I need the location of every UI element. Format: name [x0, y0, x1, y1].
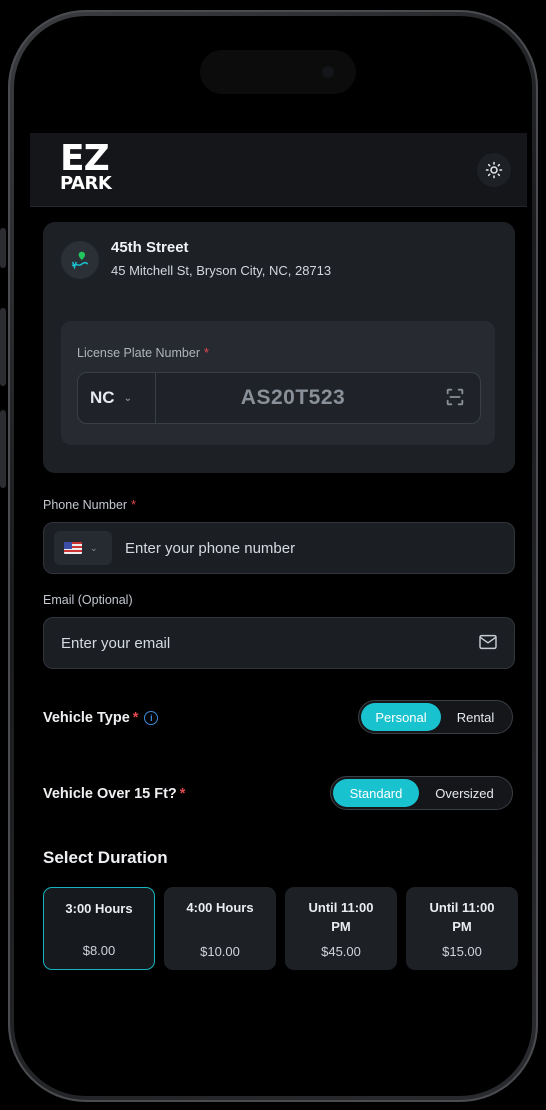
vehicle-type-label: Vehicle Type * i — [43, 710, 159, 726]
duration-label: Until 11:00 PM — [429, 900, 495, 934]
duration-option-until-11pm-b[interactable]: Until 11:00 PM $15.00 — [406, 887, 518, 970]
chevron-down-icon: ⌄ — [90, 542, 98, 553]
phone-input[interactable]: Enter your phone number — [125, 523, 295, 573]
license-plate-label: License Plate Number * — [77, 346, 209, 360]
scan-icon[interactable] — [444, 386, 466, 408]
app-screen: EZ PARK 45th Street 45 Mitchell St, Brys… — [30, 133, 527, 1033]
duration-option-until-11pm-a[interactable]: Until 11:00 PM $45.00 — [285, 887, 397, 970]
option-personal[interactable]: Personal — [361, 703, 441, 731]
phone-field: ⌄ Enter your phone number — [43, 522, 515, 574]
email-label: Email (Optional) — [43, 593, 133, 607]
volume-down-button — [0, 410, 6, 488]
option-rental[interactable]: Rental — [441, 703, 510, 731]
theme-toggle-button[interactable] — [477, 153, 511, 187]
duration-price: $15.00 — [442, 944, 482, 959]
mail-icon — [479, 634, 497, 650]
location-title: 45th Street — [111, 239, 189, 256]
location-icon-wrap — [61, 241, 99, 279]
info-icon[interactable]: i — [144, 711, 159, 725]
location-card: 45th Street 45 Mitchell St, Bryson City,… — [43, 222, 515, 473]
phone-label: Phone Number * — [43, 498, 136, 512]
camera-icon — [322, 66, 334, 78]
duration-label: 3:00 Hours — [65, 901, 133, 916]
duration-option-3-hours[interactable]: 3:00 Hours $8.00 — [43, 887, 155, 970]
duration-option-4-hours[interactable]: 4:00 Hours $10.00 — [164, 887, 276, 970]
logo-text-ez: EZ — [60, 138, 110, 179]
plate-number-input[interactable]: AS20T523 — [156, 373, 430, 423]
duration-label: Until 11:00 PM — [308, 900, 374, 934]
required-mark: * — [132, 710, 139, 726]
duration-price: $45.00 — [321, 944, 361, 959]
phone-label-text: Phone Number — [43, 498, 128, 512]
duration-label: 4:00 Hours — [186, 900, 254, 915]
mute-switch — [0, 228, 6, 268]
chevron-down-icon: ⌄ — [123, 392, 132, 404]
volume-up-button — [0, 308, 6, 386]
vehicle-type-toggle: Personal Rental — [358, 700, 513, 734]
license-plate-label-text: License Plate Number — [77, 346, 200, 360]
license-plate-section: License Plate Number * NC ⌄ AS20T523 — [61, 321, 495, 445]
duration-price: $8.00 — [82, 943, 116, 958]
dynamic-island — [200, 50, 356, 94]
option-standard[interactable]: Standard — [333, 779, 419, 807]
ez-park-logo: EZ PARK — [60, 141, 118, 199]
vehicle-size-toggle: Standard Oversized — [330, 776, 513, 810]
required-mark: * — [131, 498, 136, 512]
location-address: 45 Mitchell St, Bryson City, NC, 28713 — [111, 263, 332, 278]
required-mark: * — [203, 346, 209, 360]
email-field[interactable]: Enter your email — [43, 617, 515, 669]
vehicle-size-label: Vehicle Over 15 Ft? * — [43, 786, 185, 802]
license-plate-input: NC ⌄ AS20T523 — [77, 372, 481, 424]
us-flag-icon — [64, 542, 82, 554]
logo-text-park: PARK — [60, 173, 112, 194]
required-mark: * — [179, 786, 186, 802]
option-oversized[interactable]: Oversized — [419, 779, 510, 807]
state-select[interactable]: NC ⌄ — [78, 373, 156, 423]
country-code-select[interactable]: ⌄ — [54, 531, 112, 565]
select-duration-title: Select Duration — [43, 848, 168, 867]
app-header: EZ PARK — [30, 133, 527, 207]
duration-price: $10.00 — [200, 944, 240, 959]
vehicle-type-label-text: Vehicle Type — [43, 710, 130, 726]
vehicle-size-label-text: Vehicle Over 15 Ft? — [43, 786, 177, 802]
state-value: NC — [90, 388, 115, 407]
sun-icon — [485, 161, 503, 179]
email-input[interactable]: Enter your email — [61, 618, 170, 668]
map-pin-icon — [71, 251, 89, 270]
